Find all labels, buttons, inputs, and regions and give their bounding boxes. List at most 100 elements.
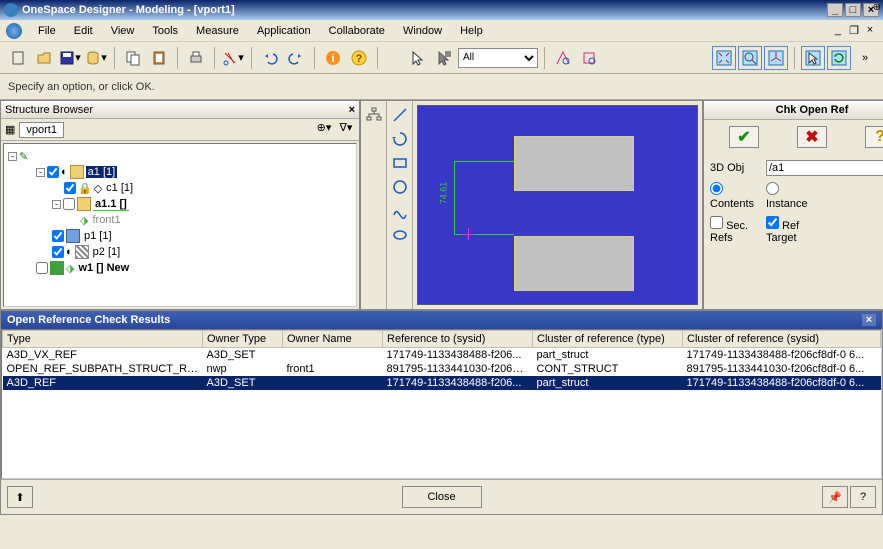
results-close-icon[interactable]: × <box>862 314 876 326</box>
menu-help[interactable]: Help <box>452 23 491 39</box>
menu-measure[interactable]: Measure <box>188 23 247 39</box>
save-button[interactable]: ▾ <box>58 46 82 70</box>
tree-expander[interactable]: - <box>52 200 61 209</box>
viewport-area: 74.61 <box>360 100 703 310</box>
viewport-3d[interactable]: 74.61 <box>417 105 698 305</box>
dim-line-h1 <box>454 161 514 162</box>
table-row[interactable]: OPEN_REF_SUBPATH_STRUCT_RELnwpfront18917… <box>3 362 881 376</box>
line-tool-icon[interactable] <box>390 105 410 125</box>
toolbar-overflow-button[interactable]: » <box>853 46 877 70</box>
tree-node-p2[interactable]: p2 [1] <box>91 246 123 258</box>
pick-arrow-button[interactable] <box>406 46 430 70</box>
tree-node-front1[interactable]: front1 <box>90 214 122 226</box>
results-close-button[interactable]: Close <box>402 486 482 508</box>
mdi-minimize-icon[interactable]: _ <box>831 24 845 38</box>
results-prev-button[interactable]: ⬆ <box>7 486 33 508</box>
help-button[interactable]: ? <box>347 46 371 70</box>
view-zoom-button[interactable] <box>738 46 762 70</box>
tree-checkbox[interactable] <box>47 166 59 178</box>
open-button[interactable] <box>32 46 56 70</box>
menu-collaborate[interactable]: Collaborate <box>321 23 393 39</box>
tree-node-c1[interactable]: c1 [1] <box>104 182 135 194</box>
menu-application[interactable]: Application <box>249 23 319 39</box>
tree-checkbox[interactable] <box>52 246 64 258</box>
container-icon: ◇ <box>94 182 102 195</box>
results-pin-button[interactable]: 📌 <box>822 486 848 508</box>
col-type[interactable]: Type <box>3 331 203 348</box>
tree-node-a1[interactable]: a1 [1] <box>86 166 118 178</box>
sb-expand-button[interactable]: ⊕▾ <box>315 121 333 139</box>
minimize-button[interactable]: _ <box>827 3 843 17</box>
checkbox-reftarget[interactable]: Ref Target <box>766 216 816 244</box>
menu-window[interactable]: Window <box>395 23 450 39</box>
lock-icon: 🔒 <box>78 182 92 195</box>
col-owner-type[interactable]: Owner Type <box>203 331 283 348</box>
view-axes-button[interactable] <box>764 46 788 70</box>
menu-file[interactable]: File <box>30 23 64 39</box>
menu-tools[interactable]: Tools <box>144 23 186 39</box>
view-fit-button[interactable] <box>712 46 736 70</box>
results-help-button[interactable]: ? <box>850 486 876 508</box>
left-quick-strip <box>361 101 387 309</box>
tree-node-p1[interactable]: p1 [1] <box>82 230 114 242</box>
radio-contents[interactable]: Contents <box>710 182 760 210</box>
app-icon <box>4 3 18 17</box>
panel-help-button[interactable]: ? <box>865 126 883 148</box>
menu-edit[interactable]: Edit <box>66 23 101 39</box>
view-select-button[interactable] <box>801 46 825 70</box>
circle-tool-icon[interactable] <box>390 177 410 197</box>
spline-tool-icon[interactable] <box>390 201 410 221</box>
pick-filter-combo[interactable]: All <box>458 48 538 68</box>
vport-selector[interactable]: vport1 <box>19 122 64 138</box>
ellipse-tool-icon[interactable] <box>390 225 410 245</box>
paste-button[interactable] <box>147 46 171 70</box>
undo-button[interactable] <box>258 46 282 70</box>
structure-browser-panel: Structure Browser × ▦ vport1 ⊕▾ ∇▾ -✎ -◐… <box>0 100 360 310</box>
results-table[interactable]: Type Owner Type Owner Name Reference to … <box>1 329 882 479</box>
part-hatch-icon <box>75 245 89 259</box>
col-owner-name[interactable]: Owner Name <box>283 331 383 348</box>
col-cluster-type[interactable]: Cluster of reference (type) <box>533 331 683 348</box>
tree-node-a11[interactable]: a1.1 [] <box>93 198 129 211</box>
app-menu-icon[interactable] <box>6 23 22 39</box>
print-button[interactable] <box>184 46 208 70</box>
tree-expander[interactable]: - <box>36 168 45 177</box>
mdi-restore-icon[interactable]: ❐ <box>847 24 861 38</box>
rect-tool-icon[interactable] <box>390 153 410 173</box>
col-cluster-sysid[interactable]: Cluster of reference (sysid) <box>683 331 881 348</box>
pick-scope-button[interactable] <box>432 46 456 70</box>
new-button[interactable] <box>6 46 30 70</box>
mdi-close-icon[interactable]: × <box>863 24 877 38</box>
pick-mode2-button[interactable] <box>577 46 601 70</box>
maximize-button[interactable]: □ <box>845 3 861 17</box>
results-panel: Open Reference Check Results × Type Owne… <box>0 310 883 515</box>
tree-checkbox[interactable] <box>63 198 75 210</box>
info-button[interactable]: i <box>321 46 345 70</box>
tree-checkbox[interactable] <box>52 230 64 242</box>
radio-instance[interactable]: Instance <box>766 182 816 210</box>
structure-browser-close-icon[interactable]: × <box>349 104 355 116</box>
structure-tree[interactable]: -✎ -◐a1 [1] 🔒◇c1 [1] -a1.1 [] ⬗front1 p1… <box>3 143 357 307</box>
checkbox-secrefs[interactable]: Sec. Refs <box>710 216 760 244</box>
tool-cut-button[interactable]: ▾ <box>221 46 245 70</box>
ok-button[interactable]: ✔ <box>729 126 759 148</box>
rotate-tool-icon[interactable] <box>390 129 410 149</box>
table-row[interactable]: A3D_REFA3D_SET171749-1133438488-f206...p… <box>3 376 881 390</box>
table-row[interactable]: A3D_VX_REFA3D_SET171749-1133438488-f206.… <box>3 348 881 363</box>
tree-node-w1[interactable]: w1 [] New <box>76 262 131 274</box>
panel-pin-icon[interactable]: ⊕ <box>873 2 881 13</box>
sb-filter-button[interactable]: ∇▾ <box>337 121 355 139</box>
cancel-button[interactable]: ✖ <box>797 126 827 148</box>
redo-button[interactable] <box>284 46 308 70</box>
col-ref-to[interactable]: Reference to (sysid) <box>383 331 533 348</box>
field-3dobj-input[interactable] <box>766 160 883 176</box>
copy-button[interactable] <box>121 46 145 70</box>
pick-mode1-button[interactable] <box>551 46 575 70</box>
tree-checkbox[interactable] <box>36 262 48 274</box>
tree-checkbox[interactable] <box>64 182 76 194</box>
hierarchy-icon[interactable] <box>364 105 384 125</box>
view-refresh-button[interactable] <box>827 46 851 70</box>
tree-expander[interactable]: - <box>8 152 17 161</box>
database-button[interactable]: ▾ <box>84 46 108 70</box>
menu-view[interactable]: View <box>103 23 143 39</box>
